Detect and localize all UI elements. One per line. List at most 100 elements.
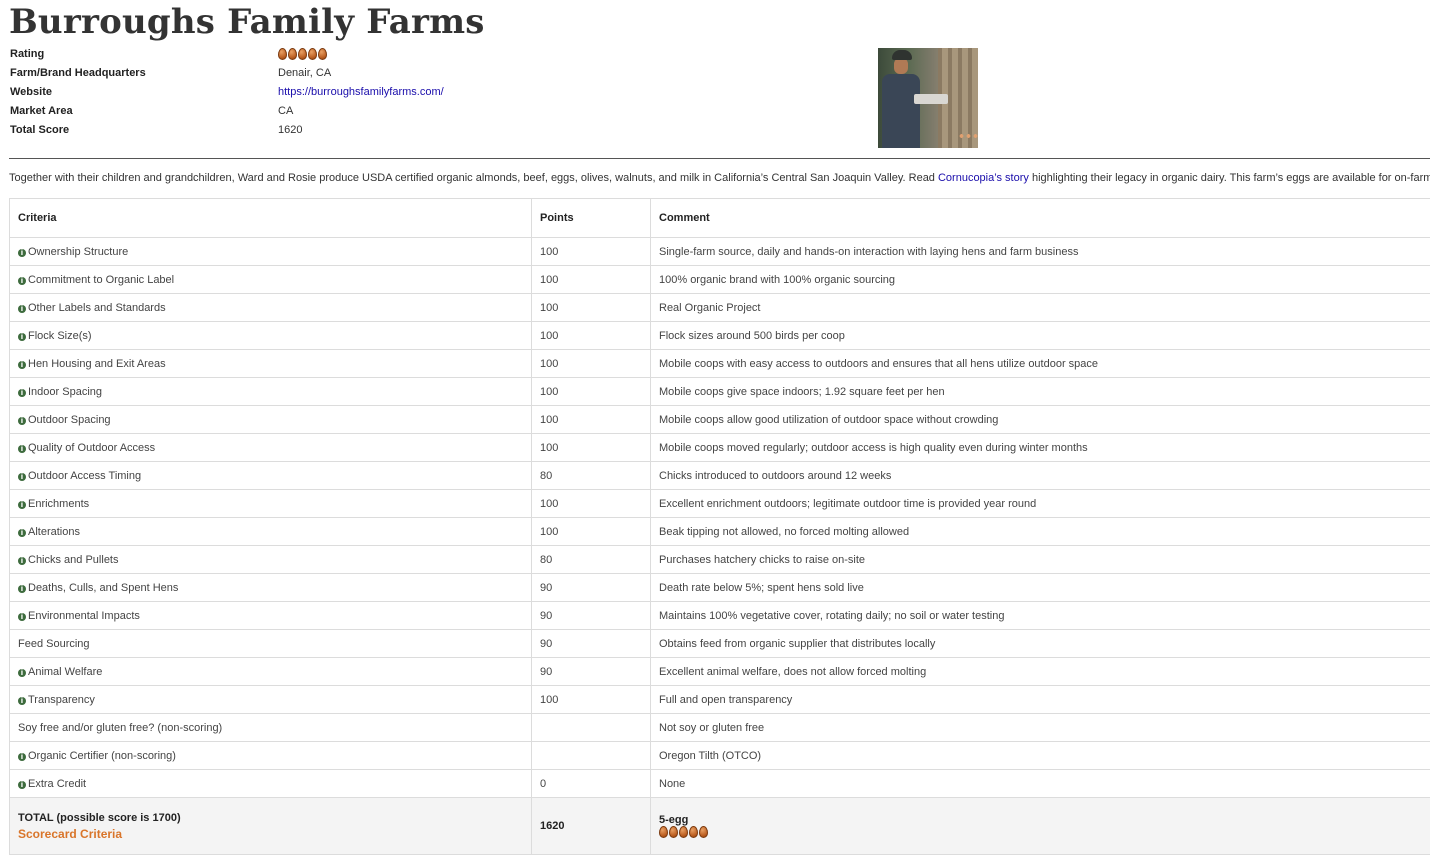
criteria-cell: Feed Sourcing xyxy=(9,629,532,658)
info-icon[interactable]: i xyxy=(18,612,26,621)
criteria-label: Alterations xyxy=(28,525,80,538)
farmer-face-shape xyxy=(894,58,908,74)
criteria-label: Deaths, Culls, and Spent Hens xyxy=(28,581,179,594)
info-icon[interactable]: i xyxy=(18,584,26,593)
table-row: i Commitment to Organic Label 100 100% orga… xyxy=(9,265,1430,294)
criteria-cell: i Deaths, Culls, and Spent Hens xyxy=(9,573,532,602)
description-text-end: highlighting their legacy in organic dai… xyxy=(1031,172,1430,184)
criteria-label: Outdoor Access Timing xyxy=(28,469,142,482)
criteria-label: Quality of Outdoor Access xyxy=(28,441,156,454)
info-icon[interactable]: i xyxy=(18,472,26,481)
farmer-cap-shape xyxy=(892,50,912,60)
points-cell: 100 xyxy=(531,265,651,294)
criteria-label: Hen Housing and Exit Areas xyxy=(28,357,166,370)
total-cell: TOTAL (possible score is 1700) Scorecard… xyxy=(9,797,532,855)
egg-icon xyxy=(318,48,327,61)
comment-cell: None xyxy=(650,769,1430,798)
info-icon[interactable]: i xyxy=(18,556,26,565)
points-cell: 90 xyxy=(531,629,651,658)
market-label: Market Area xyxy=(10,105,73,117)
scorecard-criteria-link[interactable]: Scorecard Criteria xyxy=(18,827,523,841)
comment-cell: Flock sizes around 500 birds per coop xyxy=(650,321,1430,350)
comment-cell: Chicks introduced to outdoors around 12 … xyxy=(650,461,1430,490)
points-cell xyxy=(531,713,651,742)
egg-icon xyxy=(278,48,287,61)
criteria-label: Extra Credit xyxy=(28,777,87,790)
table-row: i Extra Credit 0 None xyxy=(9,769,1430,798)
table-row: i Environmental Impacts 90 Maintains 100% v… xyxy=(9,601,1430,630)
criteria-cell: i Outdoor Access Timing xyxy=(9,461,532,490)
points-cell: 90 xyxy=(531,657,651,686)
description-text-start: Together with their children and grandch… xyxy=(9,172,938,184)
egg-icon xyxy=(288,48,297,61)
points-cell: 100 xyxy=(531,293,651,322)
table-row: i Animal Welfare 90 Excellent animal welfar… xyxy=(9,657,1430,686)
market-value: CA xyxy=(278,105,294,117)
criteria-cell: i Transparency xyxy=(9,685,532,714)
info-icon[interactable]: i xyxy=(18,668,26,677)
info-icon[interactable]: i xyxy=(18,248,26,257)
info-icon[interactable]: i xyxy=(18,780,26,789)
info-icon[interactable]: i xyxy=(18,752,26,761)
criteria-label: Feed Sourcing xyxy=(18,637,90,650)
points-cell: 100 xyxy=(531,377,651,406)
farmer-shirt-shape xyxy=(882,74,920,148)
farmer-photo xyxy=(878,48,978,148)
comment-cell: Maintains 100% vegetative cover, rotatin… xyxy=(650,601,1430,630)
table-row: i Quality of Outdoor Access 100 Mobile coop… xyxy=(9,433,1430,462)
info-icon[interactable]: i xyxy=(18,332,26,341)
info-icon[interactable]: i xyxy=(18,276,26,285)
info-icon[interactable]: i xyxy=(18,304,26,313)
criteria-cell: i Ownership Structure xyxy=(9,237,532,266)
info-icon[interactable]: i xyxy=(18,696,26,705)
criteria-cell: i Other Labels and Standards xyxy=(9,293,532,322)
story-link[interactable]: Cornucopia’s story xyxy=(938,172,1029,184)
info-icon[interactable]: i xyxy=(18,528,26,537)
comment-cell: Single-farm source, daily and hands-on i… xyxy=(650,237,1430,266)
table-row: Soy free and/or gluten free? (non-scorin… xyxy=(9,713,1430,742)
info-icon[interactable]: i xyxy=(18,388,26,397)
info-row-hq: Farm/Brand Headquarters Denair, CA xyxy=(10,67,610,86)
criteria-cell: i Commitment to Organic Label xyxy=(9,265,532,294)
criteria-cell: i Hen Housing and Exit Areas xyxy=(9,349,532,378)
hq-value: Denair, CA xyxy=(278,67,332,79)
criteria-cell: i Quality of Outdoor Access xyxy=(9,433,532,462)
criteria-header: Criteria xyxy=(9,198,532,238)
comment-cell: 100% organic brand with 100% organic sou… xyxy=(650,265,1430,294)
info-icon[interactable]: i xyxy=(18,416,26,425)
total-rating-text: 5-egg xyxy=(659,813,689,826)
table-row: i Hen Housing and Exit Areas 100 Mobile coo… xyxy=(9,349,1430,378)
info-row-score: Total Score 1620 xyxy=(10,124,610,143)
points-header: Points xyxy=(531,198,651,238)
criteria-label: Chicks and Pullets xyxy=(28,553,119,566)
criteria-cell: i Organic Certifier (non-scoring) xyxy=(9,741,532,770)
points-cell: 100 xyxy=(531,685,651,714)
comment-cell: Mobile coops with easy access to outdoor… xyxy=(650,349,1430,378)
points-cell: 100 xyxy=(531,349,651,378)
total-row: TOTAL (possible score is 1700) Scorecard… xyxy=(9,797,1430,855)
table-row: i Ownership Structure 100 Single-farm sourc… xyxy=(9,237,1430,266)
info-icon[interactable]: i xyxy=(18,500,26,509)
farm-description: Together with their children and grandch… xyxy=(9,172,1430,184)
total-rating-eggs xyxy=(659,826,708,839)
comment-cell: Excellent animal welfare, does not allow… xyxy=(650,657,1430,686)
website-link[interactable]: https://burroughsfamilyfarms.com/ xyxy=(278,86,444,98)
criteria-label: Animal Welfare xyxy=(28,665,103,678)
egg-icon xyxy=(699,826,708,839)
table-row: i Indoor Spacing 100 Mobile coops give spac… xyxy=(9,377,1430,406)
table-row: Feed Sourcing 90 Obtains feed from organic… xyxy=(9,629,1430,658)
total-points: 1620 xyxy=(531,797,651,855)
egg-icon xyxy=(298,48,307,61)
table-row: i Deaths, Culls, and Spent Hens 90 Death ra… xyxy=(9,573,1430,602)
info-icon[interactable]: i xyxy=(18,444,26,453)
comment-cell: Beak tipping not allowed, no forced molt… xyxy=(650,517,1430,546)
points-cell: 90 xyxy=(531,601,651,630)
points-cell: 90 xyxy=(531,573,651,602)
info-icon[interactable]: i xyxy=(18,360,26,369)
score-value: 1620 xyxy=(278,124,303,136)
criteria-label: Flock Size(s) xyxy=(28,329,92,342)
table-row: i Alterations 100 Beak tipping not allowed,… xyxy=(9,517,1430,546)
divider xyxy=(9,158,1430,159)
points-cell: 80 xyxy=(531,461,651,490)
criteria-cell: i Indoor Spacing xyxy=(9,377,532,406)
